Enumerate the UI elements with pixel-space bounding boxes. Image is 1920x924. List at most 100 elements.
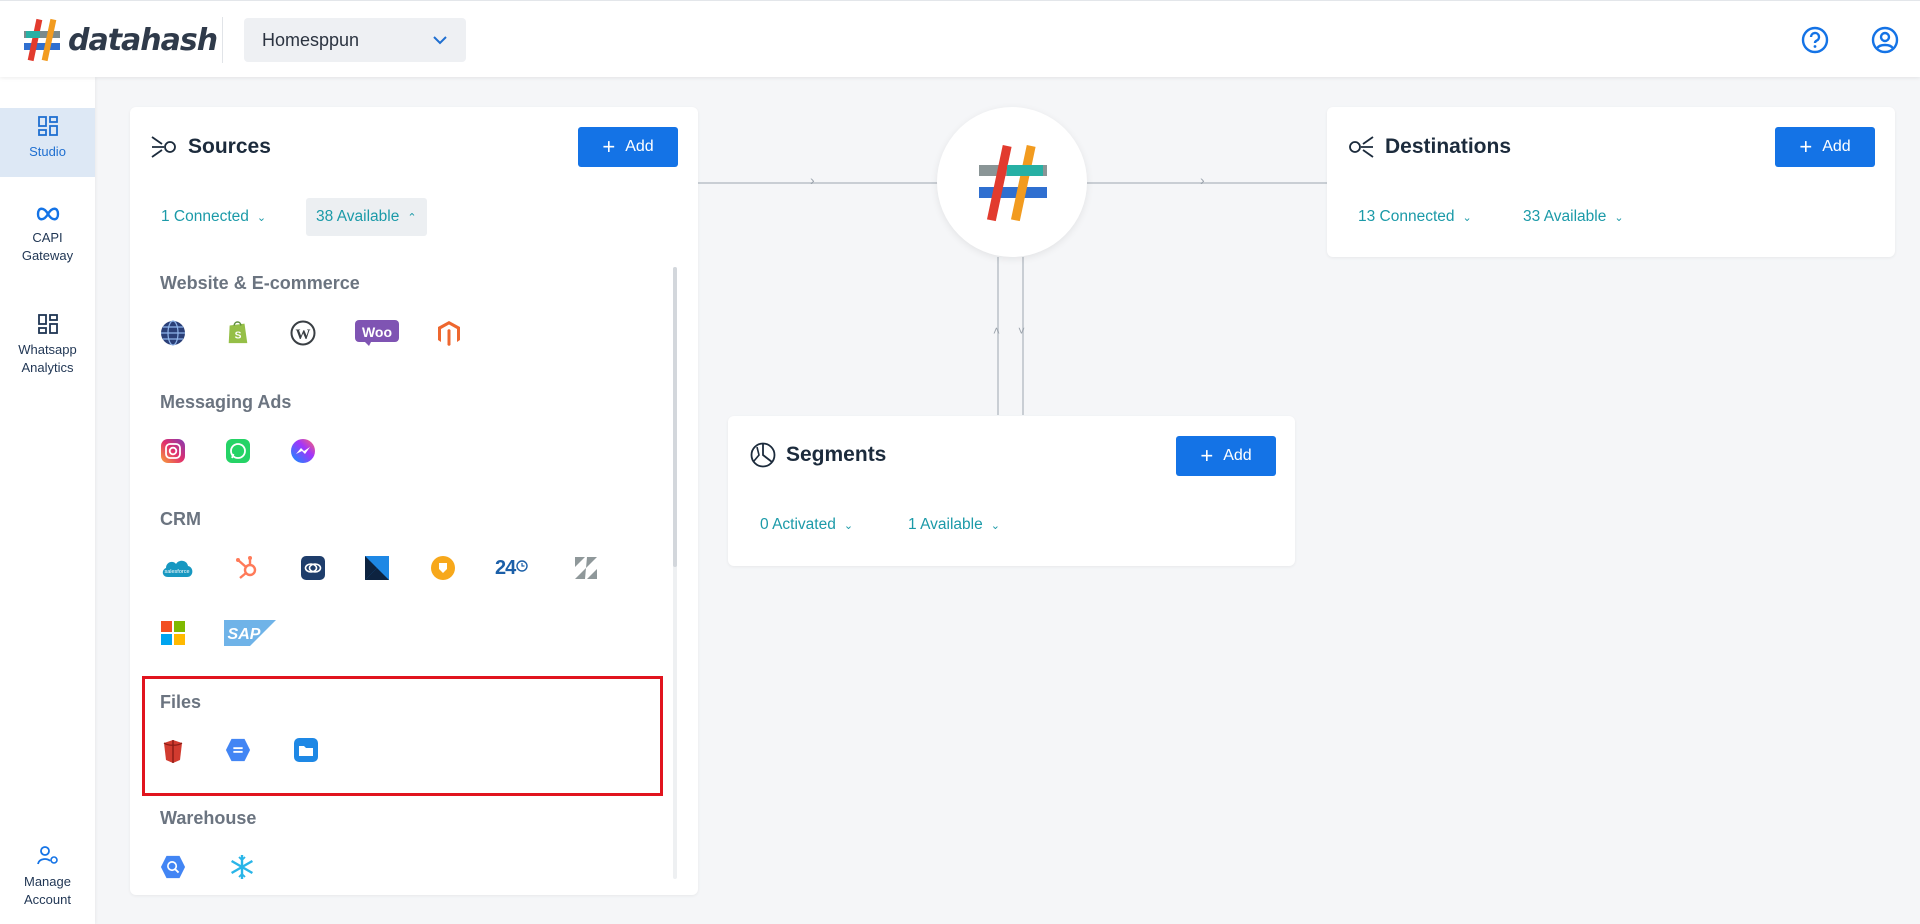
brand-name: datahash <box>68 22 218 58</box>
svg-text:SAP: SAP <box>228 626 261 643</box>
section-messaging-ads: Messaging Ads <box>160 392 292 412</box>
section-warehouse: Warehouse <box>160 808 257 828</box>
section-files: Files <box>160 692 202 712</box>
section-crm: CRM <box>160 509 201 529</box>
segments-available-filter[interactable]: 1 Available ⌄ <box>898 506 1010 544</box>
project-dropdown[interactable]: Homesppun <box>244 18 466 62</box>
sidebar-item-label: CAPI Gateway <box>21 230 74 263</box>
destinations-title-label: Destinations <box>1385 135 1512 158</box>
svg-text:Woo: Woo <box>362 324 392 340</box>
meta-infinity-icon <box>36 207 59 221</box>
chevron-down-icon: ⌄ <box>990 519 1000 532</box>
scroll-thumb[interactable] <box>673 267 677 567</box>
datahash-hub <box>937 107 1087 257</box>
wordpress-icon[interactable]: W <box>290 320 316 346</box>
segments-title: Segments <box>750 442 886 468</box>
microsoft-icon[interactable] <box>160 620 186 646</box>
whatsapp-icon[interactable] <box>225 438 251 464</box>
segments-title-label: Segments <box>786 443 887 466</box>
segments-activated-filter[interactable]: 0 Activated ⌄ <box>750 506 863 544</box>
filter-label: 13 Connected <box>1358 208 1455 225</box>
messenger-icon[interactable] <box>290 438 316 464</box>
filter-label: 38 Available <box>316 208 400 225</box>
chevron-right-icon: › <box>1200 172 1205 188</box>
chevron-down-icon: ⌄ <box>256 211 267 224</box>
snowflake-icon[interactable] <box>229 854 255 880</box>
add-button-label: Add <box>1822 138 1851 155</box>
chevron-down-icon: ⌄ <box>843 519 854 532</box>
sidebar-item-capi-gateway[interactable]: CAPI Gateway <box>0 205 95 285</box>
sources-add-button[interactable]: + Add <box>578 127 678 167</box>
user-settings-icon <box>36 846 58 865</box>
plus-icon: + <box>1799 134 1813 159</box>
dashboard-grid-icon <box>37 314 58 334</box>
woocommerce-icon[interactable]: Woo <box>355 320 399 346</box>
sidebar-item-label: Whatsapp Analytics <box>18 342 77 375</box>
instagram-icon[interactable] <box>160 438 186 464</box>
segments-add-button[interactable]: + Add <box>1176 436 1276 476</box>
project-name: Homesppun <box>262 29 360 50</box>
top-header: datahash Homesppun <box>0 0 1920 77</box>
chevron-up-icon: ⌃ <box>407 211 417 224</box>
sap-icon[interactable]: SAP <box>224 620 276 646</box>
dashboard-grid-icon <box>37 116 58 136</box>
amazon-s3-icon[interactable] <box>160 738 186 764</box>
magento-icon[interactable] <box>436 320 462 346</box>
filter-label: 1 Connected <box>161 208 249 225</box>
chevron-down-icon <box>433 36 447 45</box>
zoho-crm-icon[interactable] <box>300 555 326 581</box>
header-divider <box>222 17 223 63</box>
filter-label: 1 Available <box>908 516 983 533</box>
plus-icon: + <box>1200 443 1214 468</box>
file-folder-icon[interactable] <box>293 737 319 763</box>
files-section-highlight <box>142 676 663 796</box>
help-icon[interactable] <box>1800 25 1830 55</box>
destinations-title: Destinations <box>1347 133 1511 161</box>
filter-label: 33 Available <box>1523 208 1607 225</box>
google-cloud-storage-icon[interactable] <box>225 737 251 763</box>
account-icon[interactable] <box>1870 25 1900 55</box>
destinations-connector-line <box>1087 182 1327 184</box>
svg-text:salesforce: salesforce <box>164 569 189 575</box>
plus-icon: + <box>602 134 616 159</box>
svg-text:S: S <box>235 331 242 342</box>
sources-icon <box>151 136 176 158</box>
sidebar: Studio CAPI Gateway Whatsapp Analytics M… <box>0 77 95 924</box>
clock-icon <box>516 559 528 572</box>
destinations-available-filter[interactable]: 33 Available ⌄ <box>1513 198 1634 236</box>
chevron-down-icon: ˅ <box>1018 324 1026 338</box>
sources-connector-line <box>698 182 938 184</box>
sidebar-item-whatsapp-analytics[interactable]: Whatsapp Analytics <box>0 313 95 393</box>
sidebar-item-label: Studio <box>29 144 66 159</box>
sidebar-item-manage-account[interactable]: Manage Account <box>0 845 95 920</box>
sources-scrollbar[interactable] <box>673 267 677 879</box>
crm-24-logo[interactable]: 24 <box>495 557 528 580</box>
leadsquared-icon[interactable] <box>430 555 456 581</box>
bigquery-icon[interactable] <box>160 854 186 880</box>
destinations-connected-filter[interactable]: 13 Connected ⌄ <box>1348 198 1482 236</box>
chevron-up-icon: ˄ <box>993 324 1001 338</box>
shopify-icon[interactable]: S <box>225 319 251 345</box>
hash-logo-icon <box>979 144 1047 222</box>
section-website-ecommerce: Website & E-commerce <box>160 273 360 293</box>
salesforce-icon[interactable]: salesforce <box>160 557 194 581</box>
sources-title: Sources <box>150 133 271 161</box>
filter-label: 0 Activated <box>760 516 836 533</box>
hubspot-icon[interactable] <box>234 555 260 581</box>
svg-text:W: W <box>296 327 311 343</box>
chevron-down-icon: ⌄ <box>1614 211 1624 224</box>
chevron-down-icon: ⌄ <box>1462 211 1472 224</box>
crm-24-label: 24 <box>495 557 516 579</box>
datahash-logo[interactable]: datahash <box>20 17 218 63</box>
globe-icon[interactable] <box>160 320 186 346</box>
sources-available-filter[interactable]: 38 Available ⌃ <box>306 198 427 236</box>
chevron-right-icon: › <box>810 172 815 188</box>
zendesk-icon[interactable] <box>573 555 599 581</box>
sidebar-item-studio[interactable]: Studio <box>0 108 95 177</box>
destinations-icon <box>1349 136 1374 158</box>
segments-icon <box>750 442 776 468</box>
add-button-label: Add <box>625 138 654 155</box>
freshsales-icon[interactable] <box>364 555 390 581</box>
destinations-add-button[interactable]: + Add <box>1775 127 1875 167</box>
sources-connected-filter[interactable]: 1 Connected ⌄ <box>151 198 276 236</box>
